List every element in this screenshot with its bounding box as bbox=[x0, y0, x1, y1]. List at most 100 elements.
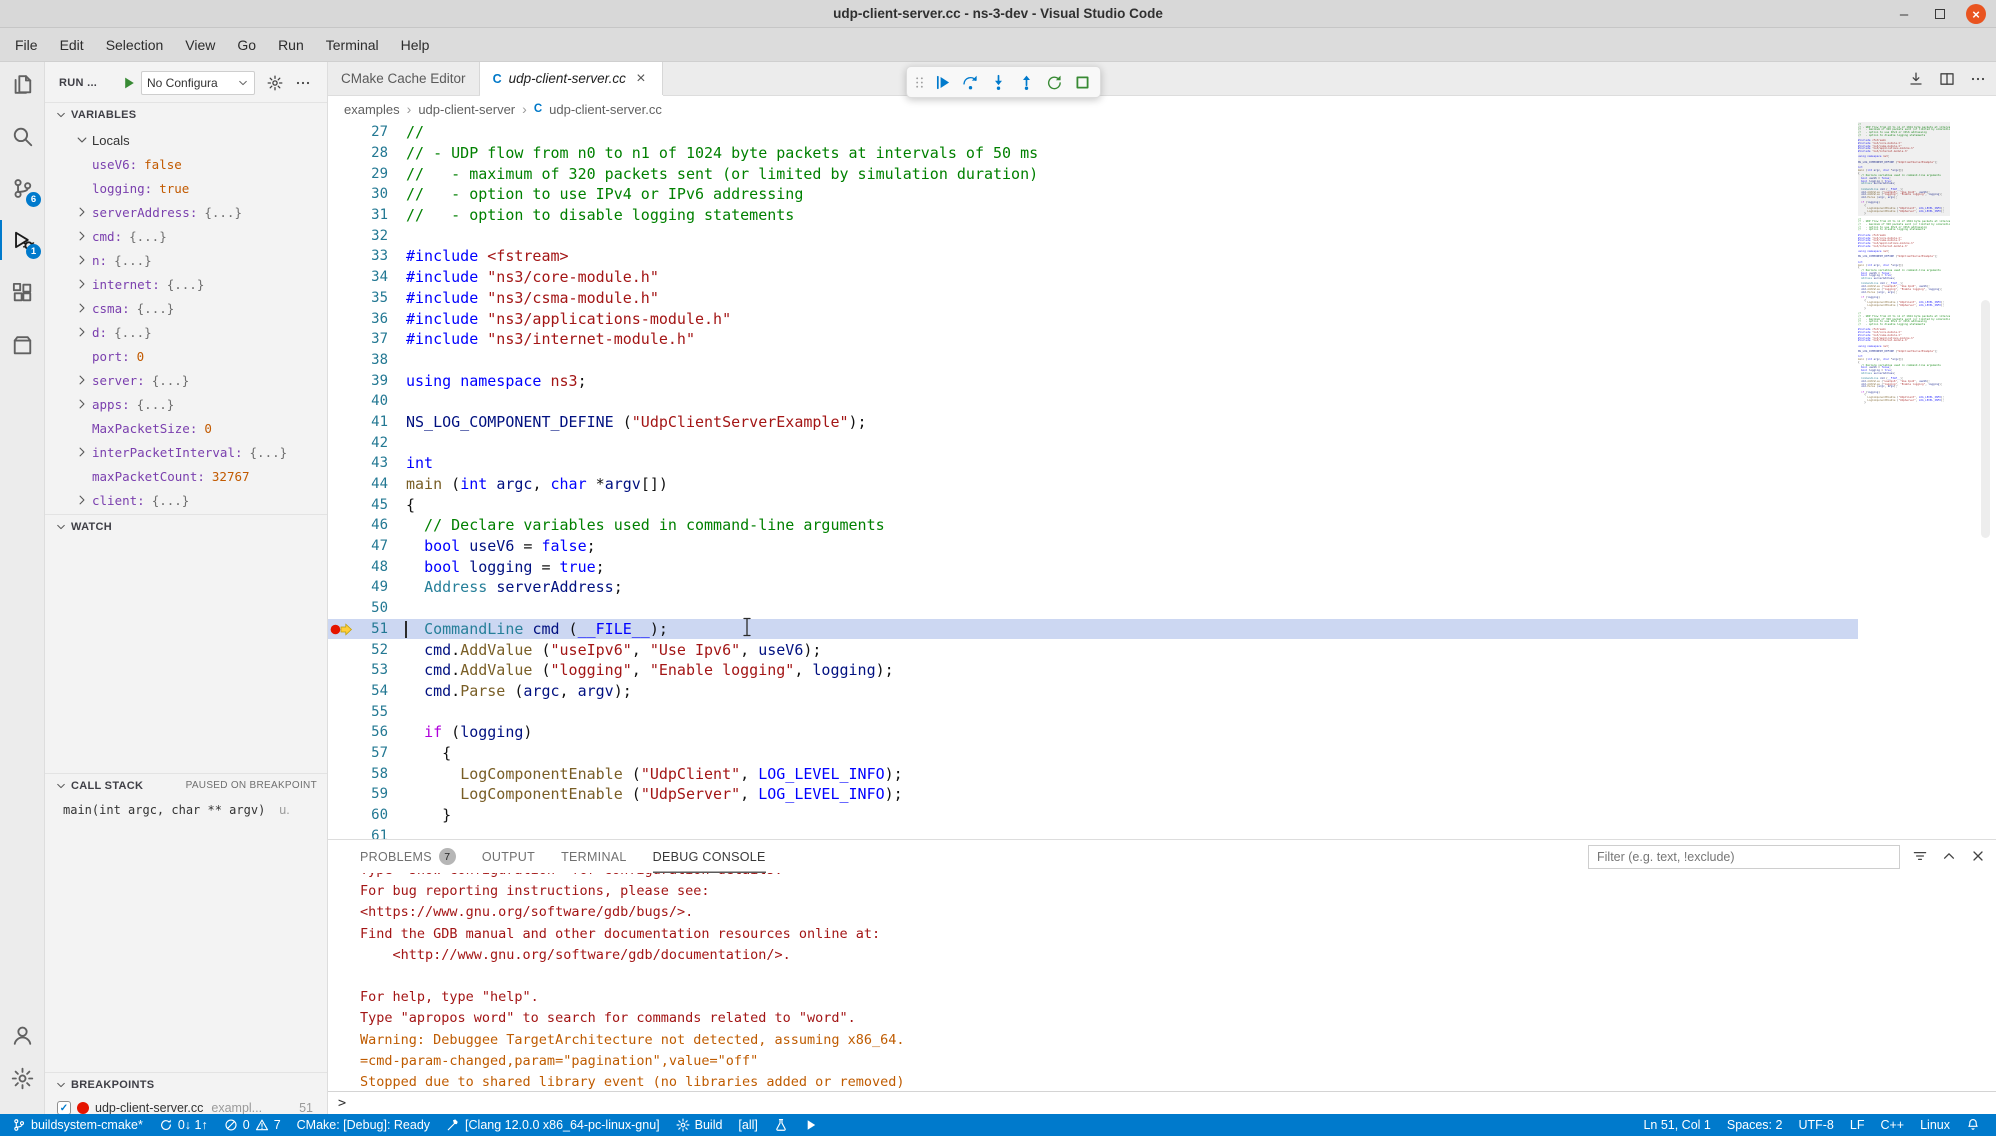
panel-tab-output[interactable]: OUTPUT bbox=[482, 840, 535, 873]
code-text[interactable]: #include "ns3/applications-module.h" bbox=[388, 310, 731, 328]
variable-server[interactable]: server:{...} bbox=[45, 368, 327, 392]
language-mode[interactable]: C++ bbox=[1872, 1114, 1912, 1136]
menu-item-run[interactable]: Run bbox=[267, 28, 315, 62]
build-target[interactable]: [all] bbox=[730, 1114, 765, 1136]
gutter-margin[interactable] bbox=[328, 225, 354, 246]
code-text[interactable]: CommandLine cmd (__FILE__); bbox=[388, 620, 668, 638]
variable-maxpacketsize[interactable]: MaxPacketSize:0 bbox=[45, 416, 327, 440]
variable-interpacketinterval[interactable]: interPacketInterval:{...} bbox=[45, 440, 327, 464]
debug-settings-gear[interactable] bbox=[267, 75, 283, 91]
code-text[interactable]: cmd.Parse (argc, argv); bbox=[388, 682, 632, 700]
menu-item-help[interactable]: Help bbox=[390, 28, 441, 62]
gutter-margin[interactable] bbox=[328, 515, 354, 536]
encoding[interactable]: UTF-8 bbox=[1790, 1114, 1841, 1136]
activity-run-debug[interactable]: 1 bbox=[0, 220, 44, 260]
gutter-margin[interactable] bbox=[328, 350, 354, 371]
minimap-slider[interactable] bbox=[1858, 122, 1950, 216]
variable-usev6[interactable]: useV6:false bbox=[45, 152, 327, 176]
gutter-margin[interactable] bbox=[328, 681, 354, 702]
code-text[interactable]: #include <fstream> bbox=[388, 247, 569, 265]
menu-item-view[interactable]: View bbox=[174, 28, 226, 62]
gutter-margin[interactable] bbox=[328, 308, 354, 329]
gutter-margin[interactable] bbox=[328, 660, 354, 681]
tab-cmake-cache-editor[interactable]: CMake Cache Editor bbox=[328, 62, 480, 95]
maximize-panel-icon[interactable] bbox=[1941, 848, 1957, 864]
breadcrumb-item-examples[interactable]: examples bbox=[344, 102, 400, 117]
close-panel-icon[interactable] bbox=[1970, 848, 1986, 864]
menu-item-terminal[interactable]: Terminal bbox=[315, 28, 390, 62]
editor[interactable]: 27//28// - UDP flow from n0 to n1 of 102… bbox=[328, 122, 1996, 839]
gutter-margin[interactable] bbox=[328, 370, 354, 391]
cmake-build-button[interactable]: Build bbox=[668, 1114, 731, 1136]
code-text[interactable]: #include "ns3/core-module.h" bbox=[388, 268, 659, 286]
gutter-margin[interactable] bbox=[328, 805, 354, 826]
activity-explorer[interactable] bbox=[0, 64, 44, 104]
minimize-button[interactable]: – bbox=[1894, 4, 1914, 24]
gutter-margin[interactable] bbox=[328, 391, 354, 412]
gutter-margin[interactable] bbox=[328, 743, 354, 764]
gutter-margin[interactable] bbox=[328, 267, 354, 288]
code-text[interactable]: NS_LOG_COMPONENT_DEFINE ("UdpClientServe… bbox=[388, 413, 867, 431]
gutter-margin[interactable] bbox=[328, 329, 354, 350]
split-editor-icon[interactable] bbox=[1939, 71, 1955, 87]
code-text[interactable]: // Declare variables used in command-lin… bbox=[388, 516, 885, 534]
variable-internet[interactable]: internet:{...} bbox=[45, 272, 327, 296]
ctest-button[interactable] bbox=[766, 1114, 796, 1136]
code-text[interactable]: // - UDP flow from n0 to n1 of 1024 byte… bbox=[388, 144, 1038, 162]
code-text[interactable]: Address serverAddress; bbox=[388, 578, 623, 596]
panel-tab-problems[interactable]: PROBLEMS7 bbox=[360, 840, 456, 873]
variable-client[interactable]: client:{...} bbox=[45, 488, 327, 512]
run-more-actions[interactable] bbox=[295, 75, 311, 91]
filter-list-icon[interactable] bbox=[1912, 848, 1928, 864]
panel-tab-debug-console[interactable]: DEBUG CONSOLE bbox=[653, 840, 766, 873]
code-text[interactable]: { bbox=[388, 744, 451, 762]
code-text[interactable]: bool logging = true; bbox=[388, 558, 605, 576]
cmake-status[interactable]: CMake: [Debug]: Ready bbox=[289, 1114, 438, 1136]
debug-step-out-button[interactable] bbox=[1014, 70, 1039, 95]
variable-n[interactable]: n:{...} bbox=[45, 248, 327, 272]
variable-d[interactable]: d:{...} bbox=[45, 320, 327, 344]
gutter-margin[interactable] bbox=[328, 536, 354, 557]
console-input[interactable]: > bbox=[328, 1091, 1996, 1114]
gutter-margin[interactable] bbox=[328, 246, 354, 267]
gutter-margin[interactable] bbox=[328, 577, 354, 598]
code-text[interactable]: // - maximum of 320 packets sent (or lim… bbox=[388, 165, 1038, 183]
debug-step-over-button[interactable] bbox=[958, 70, 983, 95]
section-variables[interactable]: VARIABLES bbox=[45, 102, 327, 126]
gutter-margin[interactable] bbox=[328, 639, 354, 660]
call-stack-frame[interactable]: main(int argc, char ** argv) u. bbox=[45, 798, 327, 822]
minimap[interactable]: //// - UDP flow from n0 to n1 of 1024 by… bbox=[1858, 122, 1950, 839]
accounts-button[interactable] bbox=[0, 1015, 44, 1055]
debug-continue-button[interactable] bbox=[930, 70, 955, 95]
cmake-kit-status[interactable]: [Clang 12.0.0 x86_64-pc-linux-gnu] bbox=[438, 1114, 668, 1136]
more-actions-icon[interactable] bbox=[1970, 71, 1986, 87]
gutter-margin[interactable] bbox=[328, 556, 354, 577]
code-text[interactable]: // - option to disable logging statement… bbox=[388, 206, 794, 224]
gutter-margin[interactable] bbox=[328, 143, 354, 164]
gutter-margin[interactable] bbox=[328, 474, 354, 495]
code-text[interactable]: #include "ns3/internet-module.h" bbox=[388, 330, 695, 348]
variable-port[interactable]: port:0 bbox=[45, 344, 327, 368]
breadcrumb-item-udp-client-server-cc[interactable]: udp-client-server.cc bbox=[549, 102, 662, 117]
code-text[interactable]: cmd.AddValue ("logging", "Enable logging… bbox=[388, 661, 894, 679]
code-text[interactable]: LogComponentEnable ("UdpClient", LOG_LEV… bbox=[388, 765, 903, 783]
code-text[interactable]: // bbox=[388, 123, 424, 141]
gutter-margin[interactable] bbox=[328, 784, 354, 805]
debug-step-into-button[interactable] bbox=[986, 70, 1011, 95]
code-text[interactable]: main (int argc, char *argv[]) bbox=[388, 475, 668, 493]
tab-udp-client-server-cc[interactable]: Cudp-client-server.cc× bbox=[480, 62, 663, 95]
gutter-margin[interactable] bbox=[328, 432, 354, 453]
code-text[interactable]: } bbox=[388, 806, 451, 824]
breakpoint-checkbox[interactable]: ✓ bbox=[57, 1101, 71, 1115]
code-text[interactable]: if (logging) bbox=[388, 723, 532, 741]
variable-serveraddress[interactable]: serverAddress:{...} bbox=[45, 200, 327, 224]
close-button[interactable]: × bbox=[1966, 4, 1986, 24]
variable-cmd[interactable]: cmd:{...} bbox=[45, 224, 327, 248]
code-text[interactable]: LogComponentEnable ("UdpServer", LOG_LEV… bbox=[388, 785, 903, 803]
manage-settings-button[interactable] bbox=[0, 1058, 44, 1098]
variables-scope-locals[interactable]: Locals bbox=[45, 128, 327, 152]
variable-logging[interactable]: logging:true bbox=[45, 176, 327, 200]
activity-extensions[interactable] bbox=[0, 272, 44, 312]
sync-status[interactable]: 0↓ 1↑ bbox=[151, 1114, 216, 1136]
gutter-margin[interactable] bbox=[328, 453, 354, 474]
